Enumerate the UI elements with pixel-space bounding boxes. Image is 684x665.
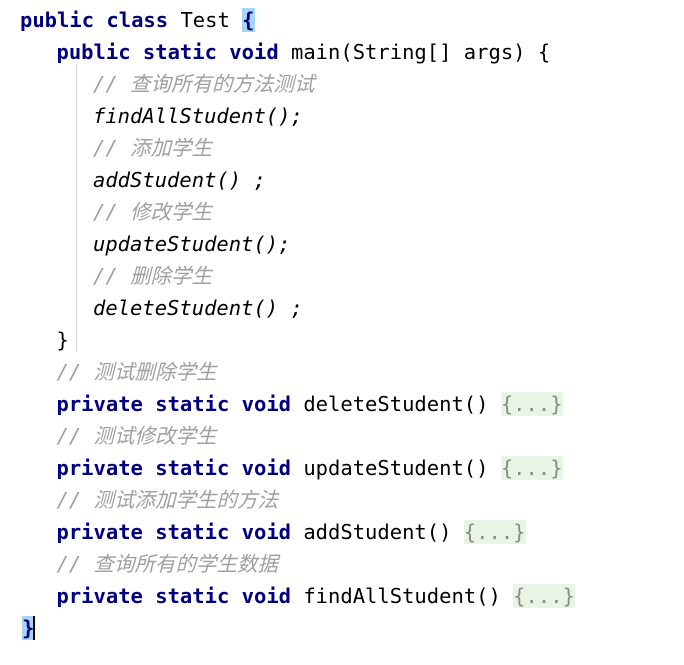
folded-block-placeholder[interactable]: {...} [500, 392, 563, 416]
matched-brace-token: { [242, 8, 255, 32]
identifier-token: Test [180, 8, 243, 32]
code-line[interactable]: private static void findAllStudent() {..… [0, 580, 684, 612]
comment-token: // 测试删除学生 [56, 360, 217, 384]
code-content[interactable]: public class Test {public static void ma… [0, 0, 684, 644]
code-line[interactable]: // 查询所有的方法测试 [0, 68, 684, 100]
keyword-token: private static void [56, 520, 304, 544]
code-line[interactable]: } [0, 324, 684, 356]
keyword-token: private static void [56, 392, 304, 416]
method-call-token: addStudent() ; [93, 168, 266, 192]
identifier-token: findAllStudent() [303, 584, 514, 608]
identifier-token: } [56, 328, 69, 352]
code-line[interactable]: private static void deleteStudent() {...… [0, 388, 684, 420]
code-line[interactable]: // 测试添加学生的方法 [0, 484, 684, 516]
caret-row-highlight: } [20, 616, 38, 640]
keyword-token: public static void [56, 40, 291, 64]
code-line[interactable]: public static void main(String[] args) { [0, 36, 684, 68]
code-line[interactable]: // 添加学生 [0, 132, 684, 164]
keyword-token: private static void [56, 584, 304, 608]
comment-token: // 修改学生 [93, 200, 213, 224]
code-line[interactable]: public class Test { [0, 4, 684, 36]
method-call-token: updateStudent(); [93, 232, 291, 256]
code-line[interactable]: findAllStudent(); [0, 100, 684, 132]
code-line[interactable]: addStudent() ; [0, 164, 684, 196]
method-call-token: findAllStudent(); [93, 104, 303, 128]
method-call-token: deleteStudent() ; [93, 296, 303, 320]
comment-token: // 查询所有的学生数据 [56, 552, 279, 576]
code-line[interactable]: // 删除学生 [0, 260, 684, 292]
comment-token: // 删除学生 [93, 264, 213, 288]
comment-token: // 查询所有的方法测试 [93, 72, 315, 96]
identifier-token: addStudent() [303, 520, 464, 544]
code-line[interactable]: // 查询所有的学生数据 [0, 548, 684, 580]
identifier-token: updateStudent() [303, 456, 501, 480]
code-line[interactable]: private static void addStudent() {...} [0, 516, 684, 548]
code-editor-canvas[interactable]: public class Test {public static void ma… [0, 0, 684, 665]
keyword-token: public class [20, 8, 181, 32]
comment-token: // 测试添加学生的方法 [56, 488, 279, 512]
code-line[interactable]: // 测试修改学生 [0, 420, 684, 452]
code-line[interactable]: // 测试删除学生 [0, 356, 684, 388]
identifier-token: deleteStudent() [303, 392, 501, 416]
code-line[interactable]: // 修改学生 [0, 196, 684, 228]
keyword-token: private static void [56, 456, 304, 480]
code-line[interactable]: private static void updateStudent() {...… [0, 452, 684, 484]
folded-block-placeholder[interactable]: {...} [513, 584, 575, 608]
code-line[interactable]: deleteStudent() ; [0, 292, 684, 324]
folded-block-placeholder[interactable]: {...} [500, 456, 563, 480]
code-line[interactable]: } [0, 612, 684, 644]
identifier-token: main(String[] args) { [291, 40, 551, 64]
folded-block-placeholder[interactable]: {...} [463, 520, 526, 544]
text-caret [33, 616, 36, 640]
comment-token: // 测试修改学生 [56, 424, 217, 448]
comment-token: // 添加学生 [93, 136, 213, 160]
code-line[interactable]: updateStudent(); [0, 228, 684, 260]
